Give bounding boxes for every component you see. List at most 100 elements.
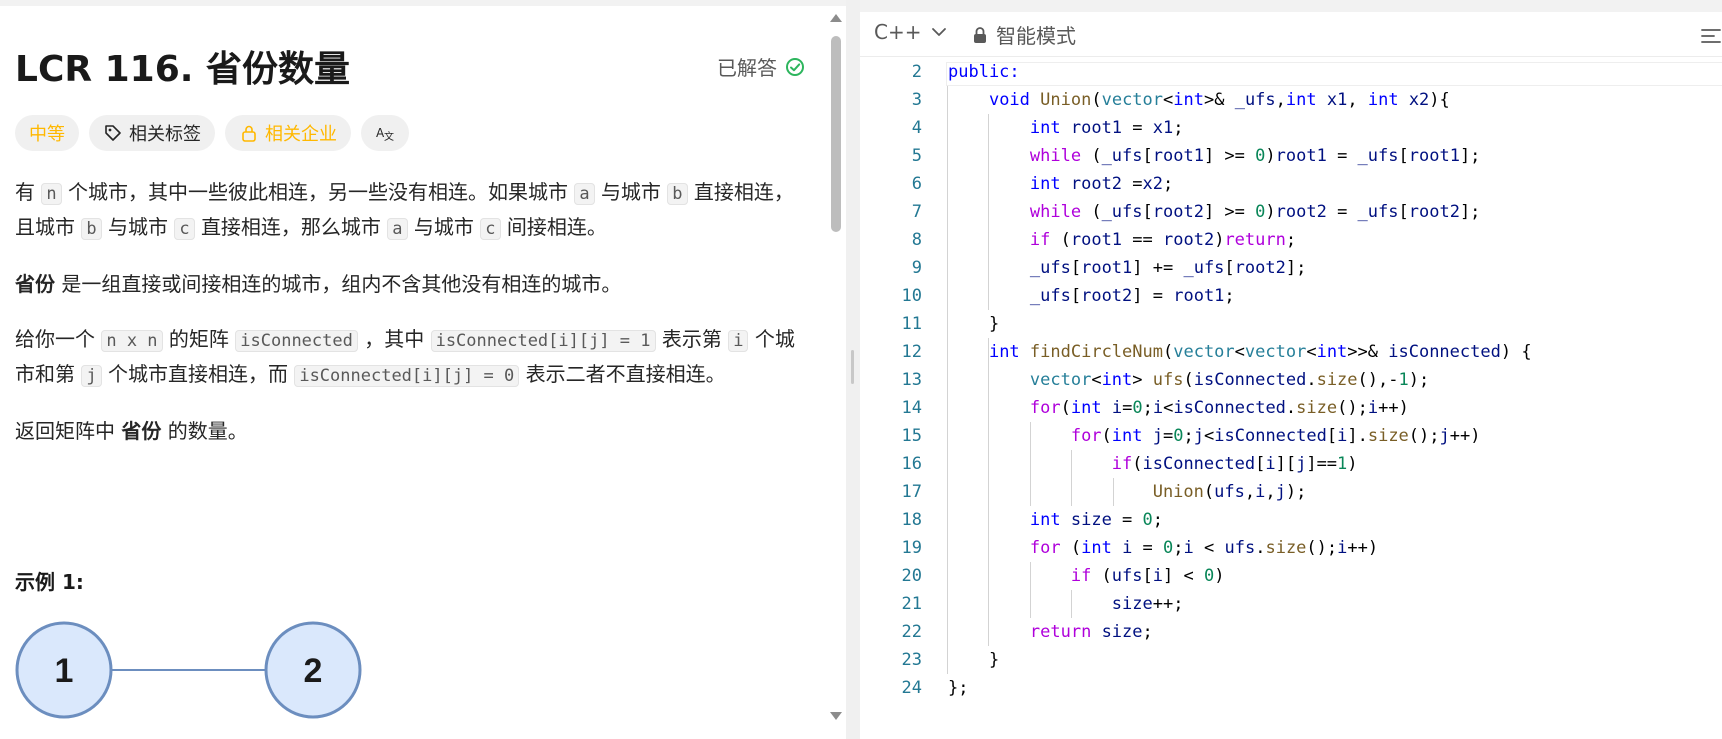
code-line: 7 while (_ufs[root2] >= 0)root2 = _ufs[r… (860, 198, 1722, 226)
line-number: 23 (901, 650, 922, 670)
code-line: 12 int findCircleNum(vector<vector<int>>… (860, 338, 1722, 366)
code-line: 17 Union(ufs,i,j); (860, 478, 1722, 506)
translate-icon: A 文 (376, 126, 394, 143)
code-editor[interactable]: 2 public: 3 void Union(vector<int>& _ufs,… (860, 58, 1722, 739)
solved-label: 已解答 (717, 56, 777, 80)
code-line: 15 for(int j=0;j<isConnected[i].size();j… (860, 422, 1722, 450)
related-companies-button[interactable]: 相关企业 (225, 115, 351, 151)
language-select[interactable]: C++ (874, 20, 947, 44)
line-number: 3 (911, 90, 922, 110)
line-number: 4 (911, 118, 922, 138)
code-line: 2 public: (860, 58, 1722, 86)
scroll-up-arrow-icon[interactable] (830, 14, 842, 22)
line-number: 16 (901, 454, 922, 474)
example-title: 示例 1: (15, 570, 84, 594)
code-line: 5 while (_ufs[root1] >= 0)root1 = _ufs[r… (860, 142, 1722, 170)
inline-code: i (728, 330, 749, 352)
inline-code: n (41, 183, 62, 205)
code-line: 18 int size = 0; (860, 506, 1722, 534)
line-number: 13 (901, 370, 922, 390)
difficulty-tag[interactable]: 中等 (15, 115, 79, 151)
inline-code: isConnected (235, 330, 358, 352)
line-number: 24 (901, 678, 922, 698)
code-line: 19 for (int i = 0;i < ufs.size();i++) (860, 534, 1722, 562)
line-number: 2 (911, 62, 922, 82)
top-strip (860, 0, 1722, 12)
smart-mode-toggle[interactable]: 智能模式 (972, 20, 1076, 49)
lock-icon (242, 125, 256, 142)
menu-icon[interactable] (1700, 26, 1722, 46)
scrollbar-thumb[interactable] (831, 36, 841, 232)
code-line: 13 vector<int> ufs(isConnected.size(),-1… (860, 366, 1722, 394)
line-number: 10 (901, 286, 922, 306)
line-number: 22 (901, 622, 922, 642)
check-circle-icon (786, 57, 804, 76)
language-label: C++ (874, 20, 922, 44)
inline-code: isConnected[i][j] = 1 (430, 330, 656, 352)
line-number: 20 (901, 566, 922, 586)
code-line: 8 if (root1 == root2)return; (860, 226, 1722, 254)
top-strip (0, 0, 846, 6)
code-line: 3 void Union(vector<int>& _ufs,int x1, i… (860, 86, 1722, 114)
inline-code: n x n (101, 330, 163, 352)
code-line: 10 _ufs[root2] = root1; (860, 282, 1722, 310)
inline-code: b (667, 183, 688, 205)
code-pane: C++ 智能模式 2 public: 3 void Union(vector<i… (860, 0, 1722, 739)
inline-code: c (174, 218, 195, 240)
code-line: 20 if (ufs[i] < 0) (860, 562, 1722, 590)
code-line: 6 int root2 =x2; (860, 170, 1722, 198)
difficulty-label: 中等 (29, 124, 65, 145)
inline-code: b (81, 218, 102, 240)
lock-icon (974, 26, 986, 43)
solved-status[interactable]: 已解答 (717, 52, 805, 81)
inline-code: a (574, 183, 595, 205)
inline-code: isConnected[i][j] = 0 (294, 365, 520, 387)
related-companies-label: 相关企业 (265, 124, 337, 145)
line-number: 15 (901, 426, 922, 446)
code-line: 4 int root1 = x1; (860, 114, 1722, 142)
code-line: 24}; (860, 674, 1722, 702)
tag-icon (105, 125, 121, 141)
smart-mode-label: 智能模式 (996, 24, 1076, 48)
code-line: 11 } (860, 310, 1722, 338)
problem-title: LCR 116. 省份数量 (15, 49, 350, 90)
desc-paragraph-2: 省份 是一组直接或间接相连的城市，组内不含其他没有相连的城市。 (15, 272, 622, 296)
desc-paragraph-4: 返回矩阵中 省份 的数量。 (15, 419, 248, 443)
line-number: 5 (911, 146, 922, 166)
inline-code: c (480, 218, 501, 240)
line-number: 9 (911, 258, 922, 278)
resizer-grip-icon[interactable] (851, 350, 854, 384)
graph-node-label-1: 1 (55, 652, 74, 690)
related-tags-label: 相关标签 (129, 124, 201, 145)
line-number: 14 (901, 398, 922, 418)
line-number: 11 (901, 314, 922, 334)
line-number: 18 (901, 510, 922, 530)
description-scrollbar[interactable] (828, 14, 844, 720)
pane-resizer[interactable] (846, 0, 860, 739)
desc-paragraph-3: 给你一个 n x n 的矩阵 isConnected ，其中 isConnect… (15, 327, 795, 387)
tag-row: 中等 相关标签 相关企业 A 文 (15, 115, 409, 151)
code-line: 22 return size; (860, 618, 1722, 646)
scroll-down-arrow-icon[interactable] (830, 712, 842, 720)
example-graph: 1 2 (15, 621, 362, 719)
translate-button[interactable]: A 文 (361, 115, 409, 151)
editor-toolbar: C++ 智能模式 (860, 12, 1722, 57)
line-number: 6 (911, 174, 922, 194)
line-number: 7 (911, 202, 922, 222)
problem-pane: LCR 116. 省份数量 已解答 中等 相关标签 相关企业 A 文 有 n 个… (0, 0, 846, 739)
line-number: 17 (901, 482, 922, 502)
desc-paragraph-1: 有 n 个城市，其中一些彼此相连，另一些没有相连。如果城市 a 与城市 b 直接… (15, 180, 794, 240)
code-line: 23 } (860, 646, 1722, 674)
problem-description: 有 n 个城市，其中一些彼此相连，另一些没有相连。如果城市 a 与城市 b 直接… (15, 176, 805, 470)
related-tags-button[interactable]: 相关标签 (89, 115, 215, 151)
line-number: 8 (911, 230, 922, 250)
title-row: LCR 116. 省份数量 已解答 (15, 40, 805, 90)
code-line: 9 _ufs[root1] += _ufs[root2]; (860, 254, 1722, 282)
chevron-down-icon (932, 28, 947, 36)
code-line: 16 if(isConnected[i][j]==1) (860, 450, 1722, 478)
svg-text:文: 文 (384, 130, 394, 143)
graph-node-label-2: 2 (304, 652, 323, 690)
code-line: 14 for(int i=0;i<isConnected.size();i++) (860, 394, 1722, 422)
code-line: 21 size++; (860, 590, 1722, 618)
line-number: 19 (901, 538, 922, 558)
